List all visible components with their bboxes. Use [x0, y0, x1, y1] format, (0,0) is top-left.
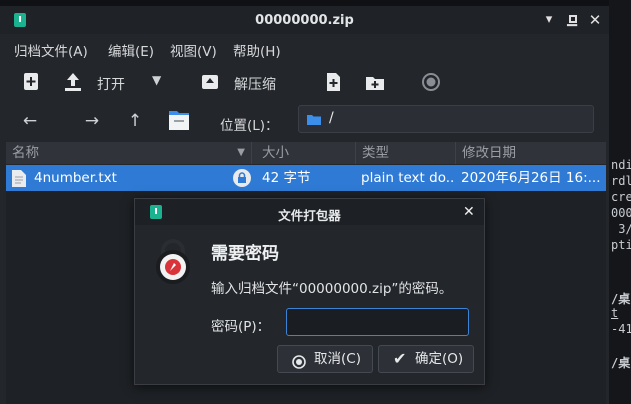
- column-type-header[interactable]: 类型: [356, 142, 456, 164]
- terminal-line: /桌: [611, 292, 631, 306]
- ok-button[interactable]: ✔ 确定(O): [378, 345, 474, 373]
- window-title: 00000000.zip: [255, 13, 354, 28]
- file-type: plain text do...: [361, 170, 455, 186]
- title-bar[interactable]: 00000000.zip ▾ ▁ ✕: [0, 6, 609, 34]
- terminal-line: t: [611, 306, 619, 320]
- checkmark-icon: ✔: [393, 349, 407, 368]
- menu-archive[interactable]: 归档文件(A): [14, 40, 88, 60]
- navigation-bar: ← → ↑ 位置(L)： /: [0, 102, 609, 140]
- forward-icon[interactable]: →: [80, 110, 104, 132]
- background-terminal-window: ndi rdl cre 000 3/ pti /桌 t -41 /桌: [609, 0, 631, 404]
- menu-help[interactable]: 帮助(H): [233, 40, 281, 60]
- folder-icon: [307, 114, 321, 125]
- cancel-button[interactable]: 取消(C): [277, 345, 373, 373]
- dialog-heading: 需要密码: [211, 244, 279, 264]
- close-icon[interactable]: ✕: [587, 12, 603, 28]
- terminal-line: -41: [611, 322, 631, 336]
- toolbar: 打开 ▼ 解压缩: [0, 62, 609, 102]
- terminal-line: 000: [611, 206, 631, 220]
- extract-button[interactable]: 解压缩: [197, 69, 307, 95]
- file-name: 4number.txt: [34, 170, 117, 186]
- file-size: 42 字节: [262, 170, 311, 186]
- terminal-line: 3/: [611, 222, 631, 236]
- location-label: 位置(L)：: [220, 118, 279, 134]
- cancel-label: 取消(C): [314, 351, 361, 367]
- password-label: 密码(P)：: [211, 319, 271, 335]
- file-modified: 2020年6月26日 16:...: [461, 170, 601, 186]
- dropdown-arrow-icon[interactable]: ▼: [152, 73, 161, 87]
- stop-icon[interactable]: [418, 69, 444, 95]
- terminal-line: /桌: [611, 356, 631, 370]
- terminal-line: cre: [611, 190, 631, 204]
- terminal-line: ndi: [611, 158, 631, 172]
- dialog-title-bar[interactable]: 文件打包器 ✕: [135, 199, 484, 225]
- menu-icon[interactable]: ▾: [541, 12, 557, 28]
- extract-icon: [197, 69, 223, 95]
- maximize-icon[interactable]: [565, 11, 581, 27]
- sort-arrow-icon: ▼: [237, 147, 245, 158]
- dialog-close-icon[interactable]: ✕: [463, 204, 475, 220]
- password-input[interactable]: [286, 308, 469, 336]
- column-size-header[interactable]: 大小: [256, 142, 356, 164]
- up-icon[interactable]: ↑: [123, 110, 147, 132]
- back-icon[interactable]: ←: [18, 110, 42, 132]
- menu-edit[interactable]: 编辑(E): [108, 40, 154, 60]
- column-name-label: 名称: [12, 145, 39, 161]
- ok-label: 确定(O): [415, 351, 464, 367]
- open-button[interactable]: 打开 ▼: [60, 69, 170, 95]
- location-path: /: [329, 110, 334, 126]
- menu-view[interactable]: 视图(V): [170, 40, 217, 60]
- password-dialog: 文件打包器 ✕ 需要密码 输入归档文件“00000000.zip”的密码。 密码…: [134, 198, 485, 385]
- file-row[interactable]: 4number.txt 42 字节 plain text do... 2020年…: [6, 165, 606, 191]
- terminal-line: pti: [611, 238, 631, 252]
- dialog-message: 输入归档文件“00000000.zip”的密码。: [211, 281, 453, 297]
- new-archive-icon[interactable]: [18, 69, 44, 95]
- column-date-header[interactable]: 修改日期: [456, 142, 606, 164]
- terminal-line: rdl: [611, 174, 631, 188]
- dialog-title: 文件打包器: [278, 208, 341, 223]
- add-folder-icon[interactable]: [362, 69, 388, 95]
- open-label: 打开: [97, 77, 125, 93]
- text-file-icon: [12, 170, 26, 187]
- add-file-icon[interactable]: [320, 69, 346, 95]
- lock-icon: [233, 169, 251, 187]
- extract-label: 解压缩: [234, 77, 276, 93]
- file-list-header: 名称 ▼ 大小 类型 修改日期: [6, 142, 606, 164]
- column-name-header[interactable]: 名称 ▼: [6, 142, 252, 164]
- menu-bar: 归档文件(A) 编辑(E) 视图(V) 帮助(H): [0, 34, 609, 62]
- home-folder-icon[interactable]: [166, 106, 192, 132]
- upload-icon: [60, 69, 86, 95]
- password-lock-icon: [153, 239, 193, 287]
- cancel-icon: [292, 352, 306, 369]
- location-field[interactable]: /: [298, 105, 594, 133]
